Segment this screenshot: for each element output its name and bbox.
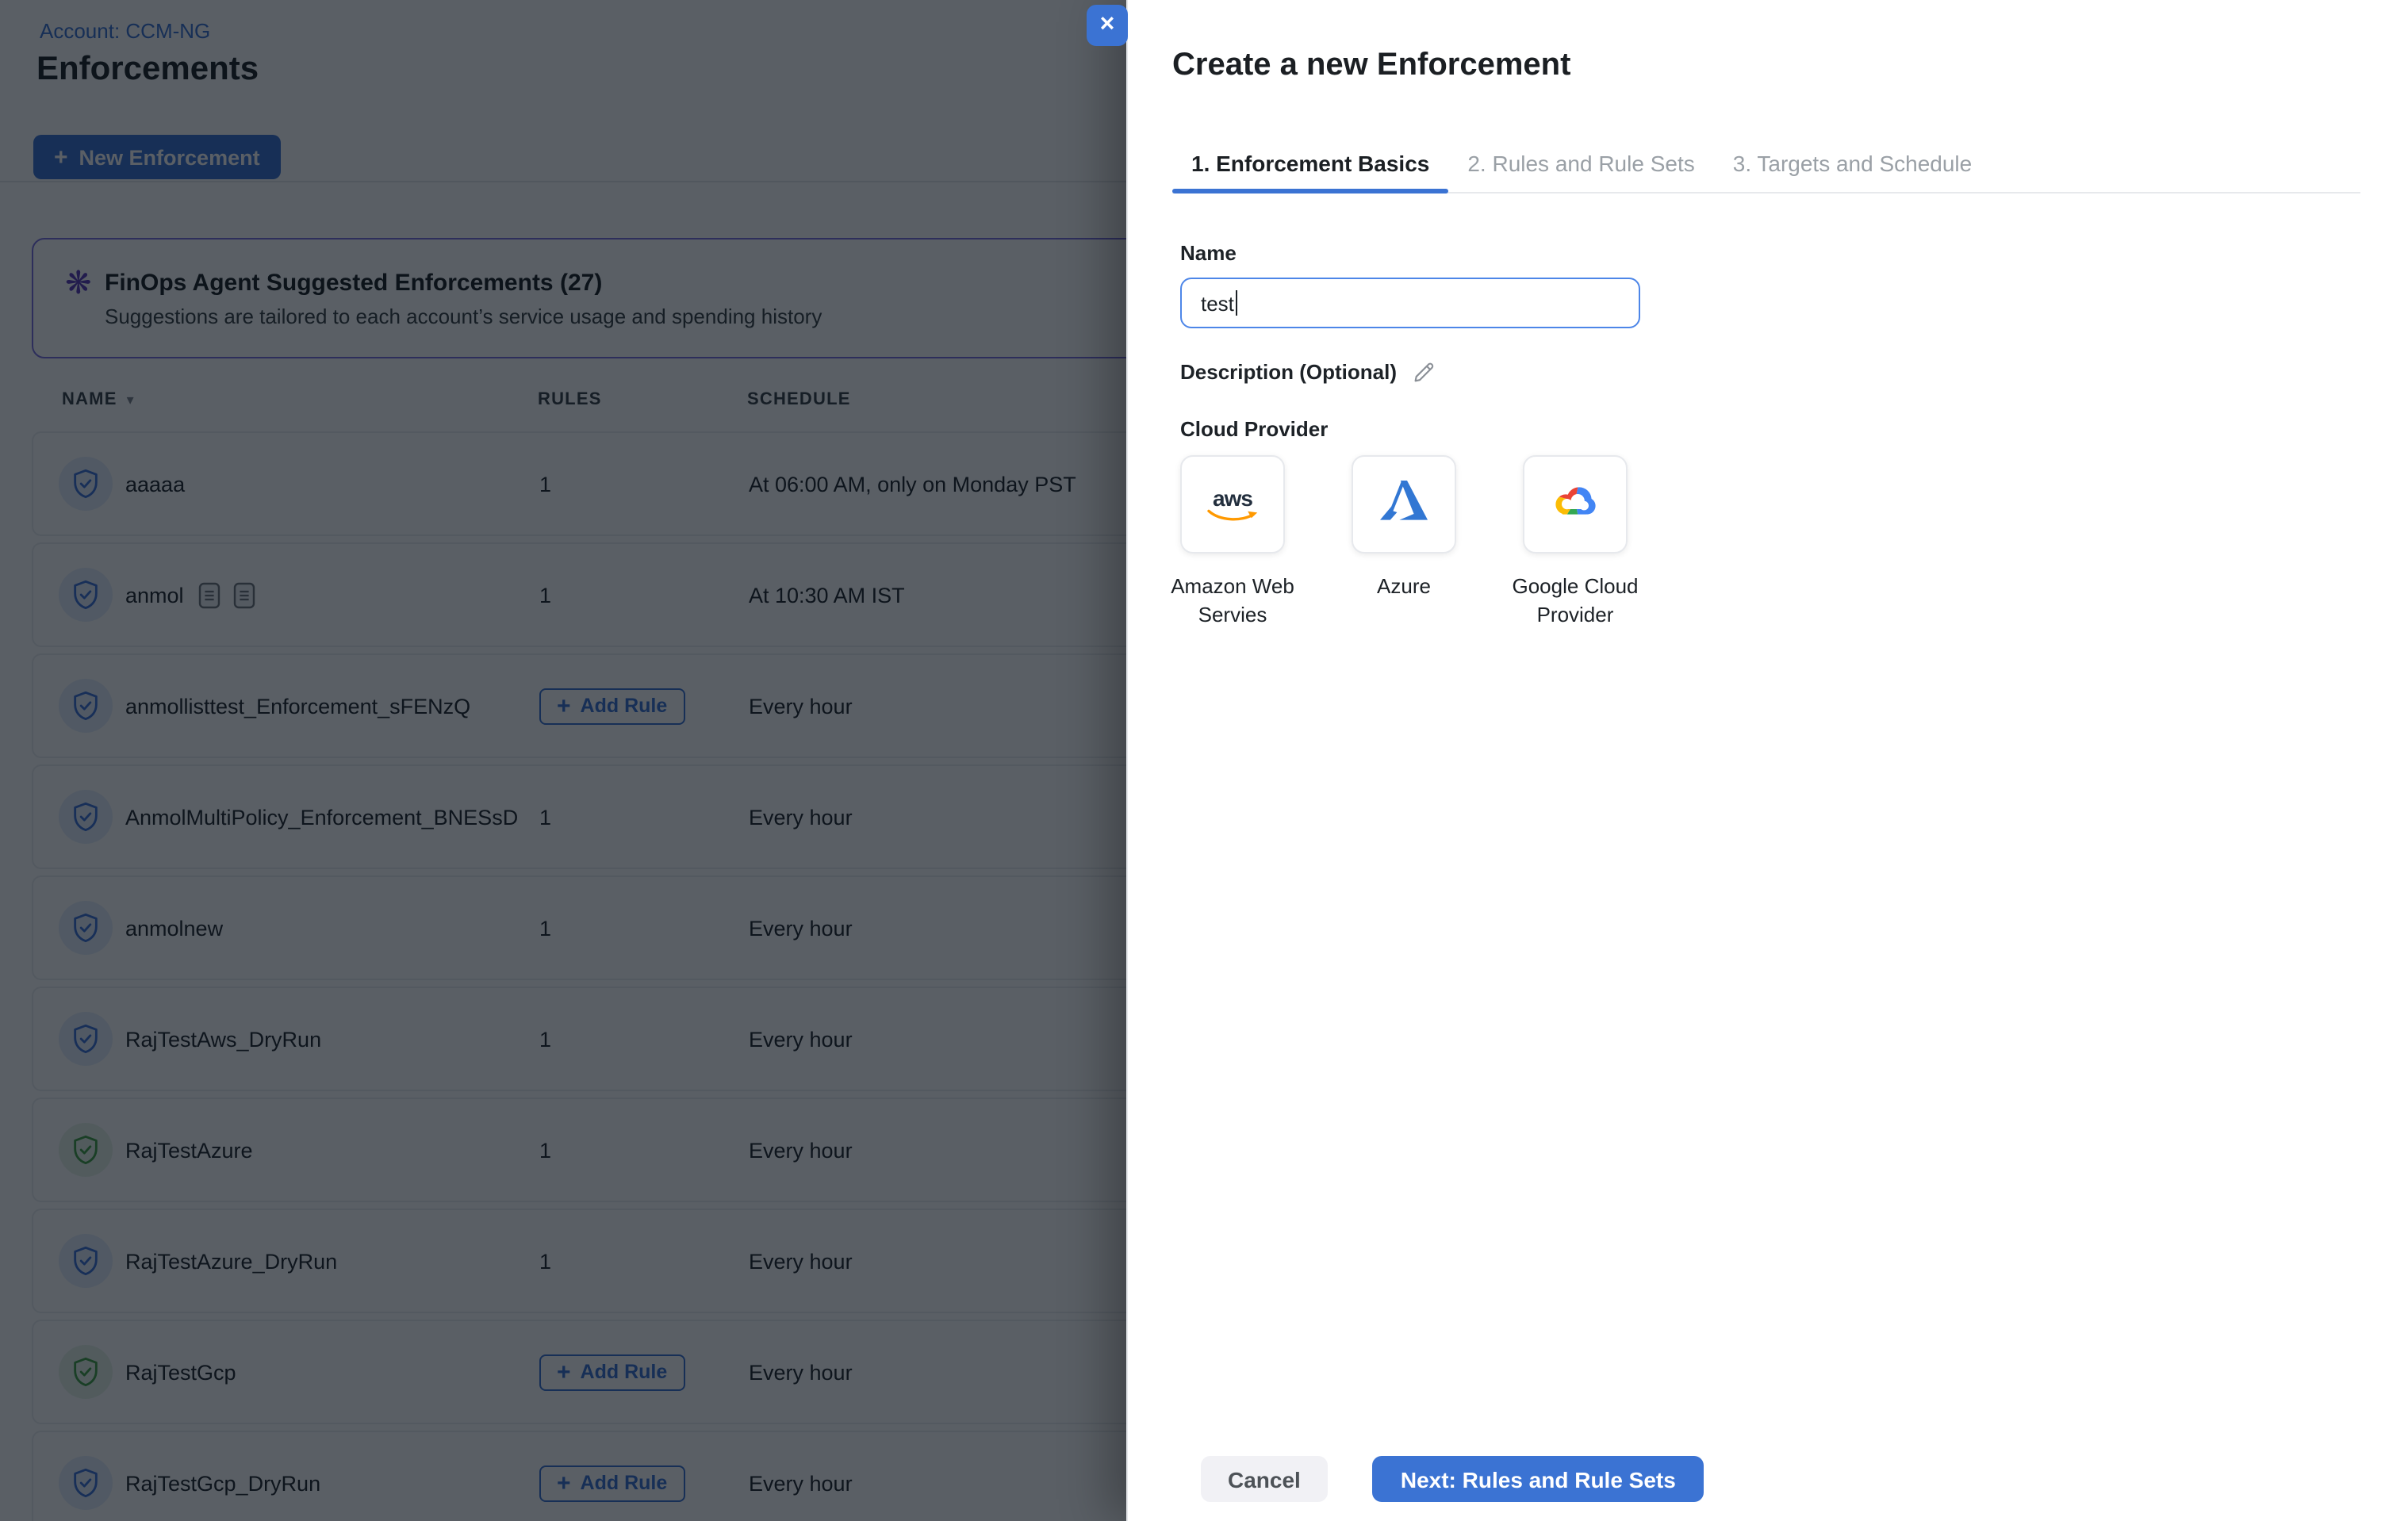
panel-title: Create a new Enforcement xyxy=(1172,48,1570,84)
provider-card-aws[interactable]: aws Amazon Web Servies xyxy=(1180,455,1285,628)
next-button[interactable]: Next: Rules and Rule Sets xyxy=(1372,1456,1704,1502)
gcp-logo-icon xyxy=(1550,480,1601,529)
name-input-value: test xyxy=(1201,291,1234,315)
wizard-tabs: 1. Enforcement Basics 2. Rules and Rule … xyxy=(1172,133,2360,193)
tab-enforcement-basics[interactable]: 1. Enforcement Basics xyxy=(1172,133,1448,192)
enforcement-basics-form: Name test Description (Optional) Cloud P… xyxy=(1180,241,2069,628)
name-label: Name xyxy=(1180,241,2069,265)
screen: Account: CCM-NG Enforcements + New Enfor… xyxy=(0,0,2408,1521)
aws-logo-icon: aws xyxy=(1206,486,1260,523)
edit-pencil-icon[interactable] xyxy=(1411,358,1436,384)
azure-logo-icon xyxy=(1380,480,1428,529)
cancel-button[interactable]: Cancel xyxy=(1201,1456,1328,1502)
provider-card-azure[interactable]: Azure xyxy=(1352,455,1456,628)
tab-rules-and-rule-sets[interactable]: 2. Rules and Rule Sets xyxy=(1448,133,1713,192)
provider-label-azure: Azure xyxy=(1307,573,1501,600)
provider-label-aws: Amazon Web Servies xyxy=(1136,573,1329,628)
panel-footer: Cancel Next: Rules and Rule Sets xyxy=(1201,1456,1704,1502)
cloud-provider-options: aws Amazon Web Servies xyxy=(1180,455,2069,628)
description-label: Description (Optional) xyxy=(1180,359,1397,383)
close-icon: × xyxy=(1100,11,1115,38)
cloud-provider-label: Cloud Provider xyxy=(1180,417,2069,441)
close-panel-button[interactable]: × xyxy=(1087,5,1128,46)
create-enforcement-panel: × Create a new Enforcement 1. Enforcemen… xyxy=(1126,0,2408,1521)
provider-label-gcp: Google Cloud Provider xyxy=(1478,573,1672,628)
name-input[interactable]: test xyxy=(1180,278,1640,328)
text-cursor xyxy=(1236,290,1238,316)
provider-card-gcp[interactable]: Google Cloud Provider xyxy=(1523,455,1628,628)
tab-targets-and-schedule[interactable]: 3. Targets and Schedule xyxy=(1714,133,1992,192)
